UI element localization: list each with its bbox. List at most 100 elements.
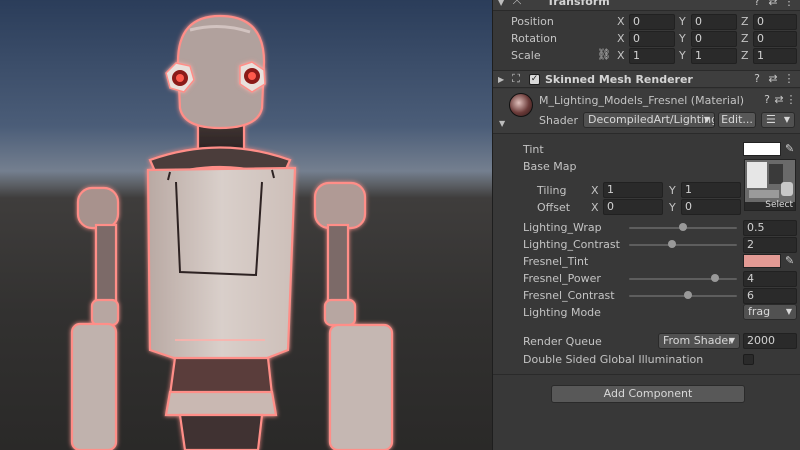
help-icon[interactable]: ?: [761, 93, 773, 107]
scale-y-label[interactable]: Y: [679, 49, 686, 62]
material-name: M_Lighting_Models_Fresnel (Material): [539, 94, 745, 107]
add-component-button[interactable]: Add Component: [551, 385, 745, 403]
rotation-y-field[interactable]: 0: [691, 31, 737, 47]
inspector-panel: ▼ ⤧ Transform ? ⇄ ⋮ Position X 0 Y 0 Z 0…: [492, 0, 800, 450]
fresnel-contrast-label: Fresnel_Contrast: [523, 289, 615, 302]
position-label: Position: [511, 15, 554, 28]
shader-dropdown[interactable]: DecompiledArt/Lighting/▼: [583, 112, 715, 128]
more-icon[interactable]: ⋮: [783, 72, 795, 86]
shader-value: DecompiledArt/Lighting/: [588, 113, 715, 126]
preset-icon[interactable]: ⇄: [767, 72, 779, 86]
eyedropper-icon[interactable]: ✎: [785, 142, 794, 155]
eyedropper-icon[interactable]: ✎: [785, 254, 794, 267]
chevron-down-icon: ▼: [783, 115, 790, 124]
tiling-y-label[interactable]: Y: [669, 184, 676, 197]
chevron-down-icon: ▼: [785, 307, 792, 316]
offset-label: Offset: [537, 201, 571, 214]
component-enabled-checkbox[interactable]: ✓: [529, 74, 540, 85]
scale-x-field[interactable]: 1: [629, 48, 675, 64]
edit-shader-button[interactable]: Edit...: [718, 112, 756, 128]
lighting-wrap-label: Lighting_Wrap: [523, 221, 602, 234]
offset-x-label[interactable]: X: [591, 201, 599, 214]
more-icon[interactable]: ⋮: [785, 93, 797, 107]
render-queue-mode: From Shader: [663, 334, 733, 347]
fresnel-power-slider[interactable]: [629, 278, 737, 280]
list-icon: ☰: [766, 113, 776, 126]
preset-icon[interactable]: ⇄: [773, 93, 785, 107]
render-queue-label: Render Queue: [523, 335, 602, 348]
scale-z-field[interactable]: 1: [753, 48, 797, 64]
material-options-dropdown[interactable]: ☰ ▼: [761, 112, 795, 128]
double-sided-gi-label: Double Sided Global Illumination: [523, 353, 704, 366]
scale-x-label[interactable]: X: [617, 49, 625, 62]
tint-color-swatch[interactable]: [743, 142, 781, 156]
help-icon[interactable]: ?: [751, 72, 763, 86]
scene-view[interactable]: [0, 0, 492, 450]
mesh-renderer-icon: ⛶: [512, 72, 520, 85]
fresnel-power-value[interactable]: 4: [743, 271, 797, 287]
material-preview-icon: [509, 93, 533, 117]
position-z-field[interactable]: 0: [753, 14, 797, 30]
fresnel-contrast-slider-knob[interactable]: [684, 291, 693, 299]
help-icon[interactable]: ?: [751, 0, 763, 9]
scale-z-label[interactable]: Z: [741, 49, 749, 62]
lighting-mode-value: frag: [748, 305, 771, 318]
base-map-label: Base Map: [523, 160, 577, 173]
lighting-contrast-slider-knob[interactable]: [668, 240, 677, 248]
rotation-z-field[interactable]: 0: [753, 31, 797, 47]
transform-header[interactable]: ▼ ⤧ Transform ? ⇄ ⋮: [493, 0, 800, 11]
link-icon[interactable]: ⛓: [597, 48, 611, 62]
position-z-label[interactable]: Z: [741, 15, 749, 28]
fresnel-tint-label: Fresnel_Tint: [523, 255, 589, 268]
rotation-y-label[interactable]: Y: [679, 32, 686, 45]
offset-y-label[interactable]: Y: [669, 201, 676, 214]
offset-x-field[interactable]: 0: [603, 199, 663, 215]
lighting-contrast-slider[interactable]: [629, 244, 737, 246]
rotation-z-label[interactable]: Z: [741, 32, 749, 45]
chevron-down-icon: ▼: [728, 336, 735, 345]
lighting-contrast-value[interactable]: 2: [743, 237, 797, 253]
fold-arrow-icon[interactable]: ▼: [498, 0, 504, 7]
material-header: M_Lighting_Models_Fresnel (Material) ? ⇄…: [493, 89, 800, 134]
select-texture-label[interactable]: Select: [765, 200, 793, 210]
lighting-mode-dropdown[interactable]: frag ▼: [743, 304, 797, 320]
base-map-texture-thumbnail[interactable]: Select: [744, 159, 796, 211]
render-queue-dropdown[interactable]: From Shader ▼: [658, 333, 740, 349]
skinned-mesh-title: Skinned Mesh Renderer: [545, 73, 693, 86]
divider: [493, 374, 800, 375]
fresnel-tint-color-swatch[interactable]: [743, 254, 781, 268]
fresnel-power-label: Fresnel_Power: [523, 272, 601, 285]
position-y-field[interactable]: 0: [691, 14, 737, 30]
lighting-wrap-value[interactable]: 0.5: [743, 220, 797, 236]
render-queue-value[interactable]: 2000: [743, 333, 797, 349]
tiling-x-label[interactable]: X: [591, 184, 599, 197]
tiling-y-field[interactable]: 1: [681, 182, 741, 198]
rotation-x-field[interactable]: 0: [629, 31, 675, 47]
chevron-down-icon: ▼: [703, 115, 710, 124]
rotation-label: Rotation: [511, 32, 558, 45]
fresnel-contrast-value[interactable]: 6: [743, 288, 797, 304]
position-x-label[interactable]: X: [617, 15, 625, 28]
robot-model: [70, 14, 394, 450]
fresnel-contrast-slider[interactable]: [629, 295, 737, 297]
more-icon[interactable]: ⋮: [783, 0, 795, 9]
double-sided-gi-checkbox[interactable]: [743, 354, 754, 365]
position-x-field[interactable]: 0: [629, 14, 675, 30]
lighting-wrap-slider-knob[interactable]: [679, 223, 687, 231]
preset-icon[interactable]: ⇄: [767, 0, 779, 9]
scale-y-field[interactable]: 1: [691, 48, 737, 64]
tiling-label: Tiling: [537, 184, 567, 197]
shader-label: Shader: [539, 114, 578, 127]
rotation-x-label[interactable]: X: [617, 32, 625, 45]
fold-arrow-icon[interactable]: ▶: [498, 75, 504, 84]
skinned-mesh-header[interactable]: ▶ ⛶ ✓ Skinned Mesh Renderer ? ⇄ ⋮: [493, 70, 800, 88]
lighting-mode-label: Lighting Mode: [523, 306, 601, 319]
fold-arrow-icon[interactable]: ▼: [499, 119, 505, 128]
fresnel-power-slider-knob[interactable]: [711, 274, 720, 282]
scale-label: Scale: [511, 49, 541, 62]
tiling-x-field[interactable]: 1: [603, 182, 663, 198]
position-y-label[interactable]: Y: [679, 15, 686, 28]
lighting-contrast-label: Lighting_Contrast: [523, 238, 620, 251]
offset-y-field[interactable]: 0: [681, 199, 741, 215]
transform-axis-icon: ⤧: [512, 0, 522, 7]
